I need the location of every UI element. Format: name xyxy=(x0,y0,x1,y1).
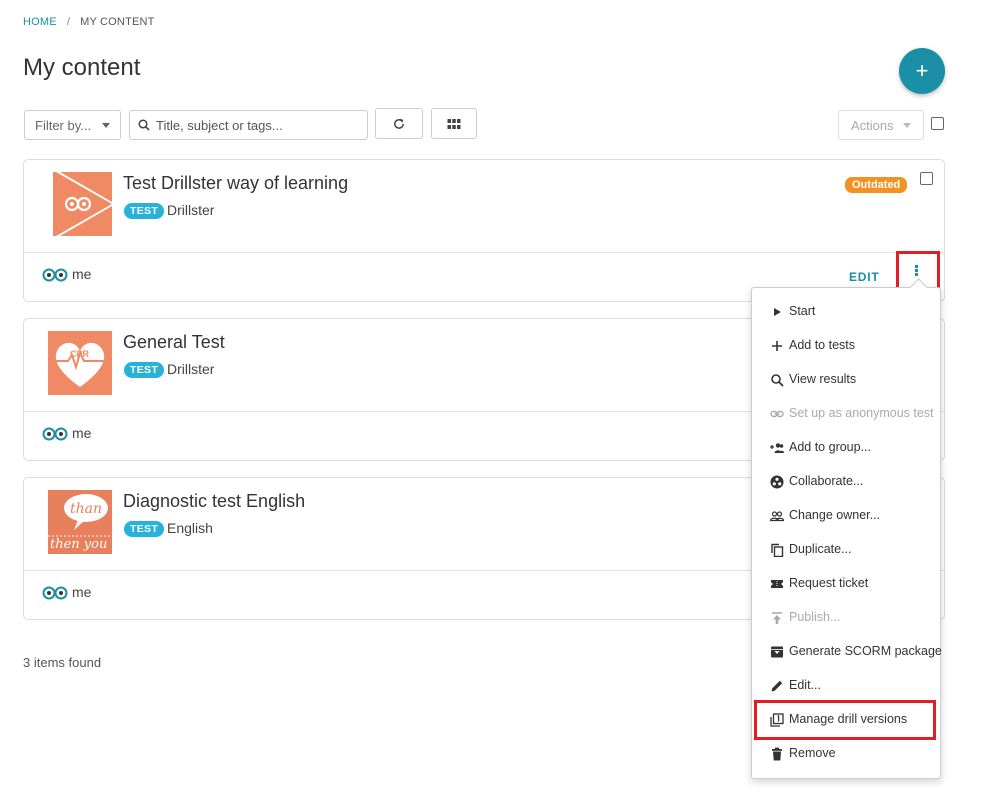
breadcrumb-home-link[interactable]: HOME xyxy=(23,16,57,28)
breadcrumb-current: MY CONTENT xyxy=(80,16,155,28)
menu-item-request-ticket[interactable]: Request ticket xyxy=(752,567,940,601)
kebab-icon xyxy=(915,265,918,268)
owner-name: me xyxy=(72,266,92,282)
owner-info: me xyxy=(42,425,91,441)
menu-item-label: Generate SCORM package xyxy=(789,644,942,658)
menu-item-view-results[interactable]: View results xyxy=(752,363,940,397)
menu-item-change-owner[interactable]: Change owner... xyxy=(752,499,940,533)
menu-item-label: Add to group... xyxy=(789,440,872,454)
owner-icon xyxy=(42,427,68,441)
menu-item-label: Manage drill versions xyxy=(789,712,908,726)
menu-item-start[interactable]: Start xyxy=(752,295,940,329)
edit-link[interactable]: EDIT xyxy=(849,270,880,284)
menu-item-remove[interactable]: Remove xyxy=(752,737,940,771)
filter-label: Filter by... xyxy=(35,118,92,133)
owner-info: me xyxy=(42,266,91,282)
card-divider xyxy=(24,252,944,253)
items-found-count: 3 items found xyxy=(23,655,102,670)
content-title[interactable]: Test Drillster way of learning xyxy=(123,173,348,194)
search-icon xyxy=(771,374,784,387)
search-input[interactable]: Title, subject or tags... xyxy=(129,110,368,140)
menu-item-add-to-group[interactable]: Add to group... xyxy=(752,431,940,465)
menu-item-label: Duplicate... xyxy=(789,542,852,556)
outdated-badge: Outdated xyxy=(845,177,908,193)
type-tag: TEST xyxy=(124,362,165,378)
menu-item-duplicate[interactable]: Duplicate... xyxy=(752,533,940,567)
owner-name: me xyxy=(72,584,92,600)
pencil-icon xyxy=(771,680,783,692)
menu-item-label: Edit... xyxy=(789,678,821,692)
thumbnail-cpr: CPR xyxy=(48,331,112,395)
owner-icon xyxy=(42,268,68,282)
content-card[interactable]: Test Drillster way of learning TEST Dril… xyxy=(23,159,945,302)
caret-down-icon xyxy=(102,123,110,128)
actions-label: Actions xyxy=(851,118,894,133)
content-category: Drillster xyxy=(167,361,215,377)
menu-item-manage-drill-versions[interactable]: Manage drill versions xyxy=(754,700,936,740)
trash-icon xyxy=(772,747,782,761)
menu-item-label: Request ticket xyxy=(789,576,869,590)
menu-item-label: Change owner... xyxy=(789,508,881,522)
play-icon xyxy=(774,308,781,316)
thumbnail-drillster xyxy=(48,172,112,236)
content-category: Drillster xyxy=(167,202,215,218)
filter-dropdown[interactable]: Filter by... xyxy=(24,110,121,140)
plus-icon xyxy=(772,341,782,351)
type-tag: TEST xyxy=(124,521,165,537)
then-thumb-text: then you xyxy=(50,537,107,552)
menu-item-add-to-tests[interactable]: Add to tests xyxy=(752,329,940,363)
breadcrumb: HOME / MY CONTENT xyxy=(23,16,155,28)
publish-icon xyxy=(772,612,782,624)
page-title: My content xyxy=(23,54,141,81)
breadcrumb-separator: / xyxy=(66,16,71,28)
archive-icon xyxy=(771,646,783,658)
menu-item-edit[interactable]: Edit... xyxy=(752,669,940,703)
item-checkbox[interactable] xyxy=(920,172,933,185)
link-icon xyxy=(770,410,784,418)
menu-item-label: Publish... xyxy=(789,610,841,624)
group-add-icon xyxy=(770,443,784,453)
cpr-thumb-text: CPR xyxy=(70,349,90,359)
menu-item-anonymous-test[interactable]: Set up as anonymous test xyxy=(752,397,940,431)
menu-item-publish[interactable]: Publish... xyxy=(752,601,940,635)
than-thumb-text: than xyxy=(70,501,102,517)
owner-name: me xyxy=(72,425,92,441)
add-content-button[interactable]: + xyxy=(899,48,945,94)
actions-dropdown[interactable]: Actions xyxy=(838,110,924,140)
thumbnail-english: than then you xyxy=(48,490,112,554)
refresh-icon xyxy=(394,118,404,129)
content-title[interactable]: General Test xyxy=(123,332,225,353)
content-category: English xyxy=(167,520,213,536)
owner-icon xyxy=(42,586,68,600)
menu-item-label: Remove xyxy=(789,746,836,760)
menu-item-collaborate[interactable]: Collaborate... xyxy=(752,465,940,499)
menu-item-label: View results xyxy=(789,372,857,386)
grid-view-button[interactable] xyxy=(431,108,477,139)
menu-item-label: Set up as anonymous test xyxy=(789,406,934,420)
plus-icon: + xyxy=(915,58,929,83)
type-tag: TEST xyxy=(124,203,165,219)
select-all-checkbox[interactable] xyxy=(931,117,944,130)
versions-icon xyxy=(770,713,784,727)
context-menu: Start Add to tests View results Set up a… xyxy=(751,287,942,779)
menu-item-label: Add to tests xyxy=(789,338,856,352)
copy-icon xyxy=(771,543,784,557)
refresh-button[interactable] xyxy=(375,108,423,139)
menu-item-label: Start xyxy=(789,304,816,318)
collaborate-icon xyxy=(770,475,784,489)
grid-icon xyxy=(447,118,461,129)
search-icon xyxy=(138,119,150,131)
caret-down-icon xyxy=(903,123,911,128)
ticket-icon xyxy=(771,580,783,588)
people-icon xyxy=(770,511,784,522)
owner-info: me xyxy=(42,584,91,600)
content-title[interactable]: Diagnostic test English xyxy=(123,491,305,512)
menu-item-label: Collaborate... xyxy=(789,474,864,488)
search-placeholder: Title, subject or tags... xyxy=(156,118,283,133)
menu-item-generate-scorm[interactable]: Generate SCORM package xyxy=(752,635,942,669)
